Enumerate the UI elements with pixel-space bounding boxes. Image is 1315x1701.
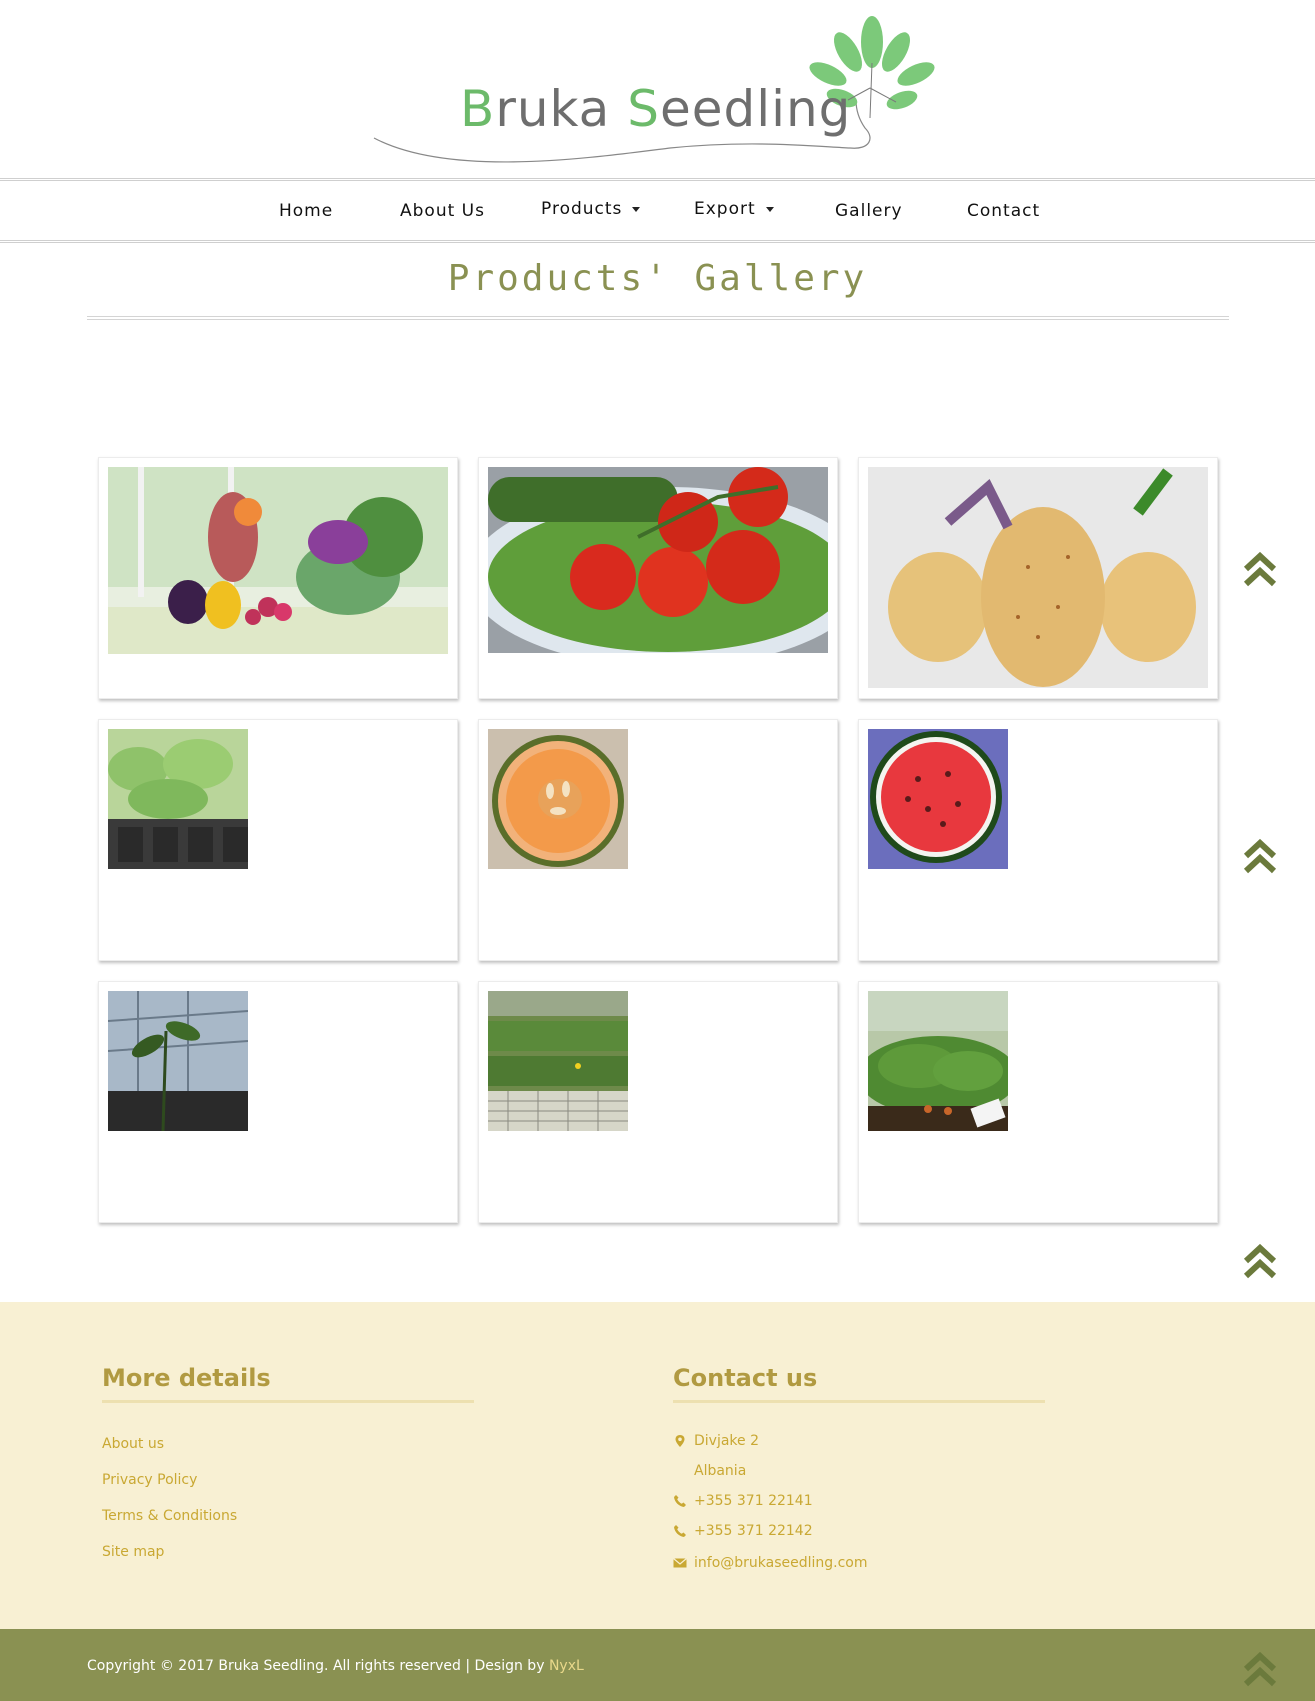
envelope-icon (673, 1558, 687, 1568)
footer-link-privacy-policy[interactable]: Privacy Policy (102, 1472, 197, 1488)
gallery-image-vegetables (108, 467, 448, 654)
footer: More details About us Privacy Policy Ter… (0, 1302, 1315, 1629)
nav-about-us[interactable]: About Us (400, 201, 485, 221)
gallery-card[interactable] (858, 981, 1218, 1223)
gallery-card[interactable] (858, 719, 1218, 961)
nav-contact[interactable]: Contact (967, 201, 1040, 221)
contact-phone-1[interactable]: +355 371 22141 (694, 1493, 813, 1509)
scroll-to-top-icon[interactable] (1243, 1651, 1277, 1689)
more-details-divider (102, 1400, 474, 1403)
gallery-image-potted-seedlings (868, 991, 1008, 1131)
gallery-image-greenhouse-trays (488, 991, 628, 1131)
title-divider (87, 316, 1229, 320)
nav-gallery-label: Gallery (835, 201, 903, 221)
nav-export-label: Export (694, 199, 756, 219)
map-marker-icon (675, 1435, 685, 1447)
nav-about-us-label: About Us (400, 201, 485, 221)
footer-link-about-us[interactable]: About us (102, 1436, 164, 1452)
contact-us-divider (673, 1400, 1045, 1403)
nav-contact-label: Contact (967, 201, 1041, 221)
main-nav: Home About Us Products Export Gallery Co… (0, 178, 1315, 243)
copyright-bar: Copyright © 2017 Bruka Seedling. All rig… (0, 1629, 1315, 1701)
nav-export[interactable]: Export (694, 199, 774, 219)
nav-home-label: Home (279, 201, 334, 221)
nav-products[interactable]: Products (541, 199, 641, 219)
gallery-card[interactable] (478, 981, 838, 1223)
gallery-image-melon (488, 729, 628, 869)
logo-initial-s: S (627, 80, 660, 138)
scroll-to-top-icon[interactable] (1243, 838, 1277, 876)
logo-initial-b: B (460, 80, 496, 138)
nav-gallery[interactable]: Gallery (835, 201, 903, 221)
nav-products-label: Products (541, 199, 623, 219)
site-header: Bruka Seedling (0, 0, 1315, 178)
phone-icon (674, 1495, 686, 1507)
gallery-card[interactable] (478, 719, 838, 961)
caret-down-icon (765, 206, 774, 212)
phone-icon (674, 1525, 686, 1537)
contact-us-heading: Contact us (673, 1364, 818, 1392)
gallery-image-tomatoes (488, 467, 828, 653)
caret-down-icon (632, 206, 641, 212)
gallery-card[interactable] (858, 457, 1218, 699)
contact-phone-2[interactable]: +355 371 22142 (694, 1523, 813, 1539)
gallery-card[interactable] (98, 457, 458, 699)
logo-word-ruka: ruka (495, 80, 611, 138)
designer-link[interactable]: NyxL (549, 1658, 584, 1674)
gallery-card[interactable] (98, 719, 458, 961)
logo-word-eedling: eedling (659, 80, 852, 138)
gallery-image-greenhouse-seedling (108, 991, 248, 1131)
footer-link-terms[interactable]: Terms & Conditions (102, 1508, 237, 1524)
scroll-to-top-icon[interactable] (1243, 1243, 1277, 1281)
copyright-label: Copyright © 2017 Bruka Seedling. All rig… (87, 1658, 549, 1674)
copyright-text: Copyright © 2017 Bruka Seedling. All rig… (87, 1658, 584, 1674)
more-details-heading: More details (102, 1364, 271, 1392)
scroll-to-top-icon[interactable] (1243, 551, 1277, 589)
gallery-card[interactable] (98, 981, 458, 1223)
contact-email[interactable]: info@brukaseedling.com (694, 1555, 868, 1571)
contact-address-line2: Albania (694, 1463, 747, 1479)
gallery-image-potatoes (868, 467, 1208, 688)
contact-address-line1: Divjake 2 (694, 1433, 760, 1449)
site-logo[interactable]: Bruka Seedling (370, 8, 950, 168)
gallery-image-seedling-trays (108, 729, 248, 869)
nav-home[interactable]: Home (279, 201, 333, 221)
gallery-image-watermelon (868, 729, 1008, 869)
gallery-card[interactable] (478, 457, 838, 699)
footer-link-site-map[interactable]: Site map (102, 1544, 164, 1560)
logo-wordmark: Bruka Seedling (460, 80, 851, 138)
page-title: Products' Gallery (447, 258, 868, 299)
